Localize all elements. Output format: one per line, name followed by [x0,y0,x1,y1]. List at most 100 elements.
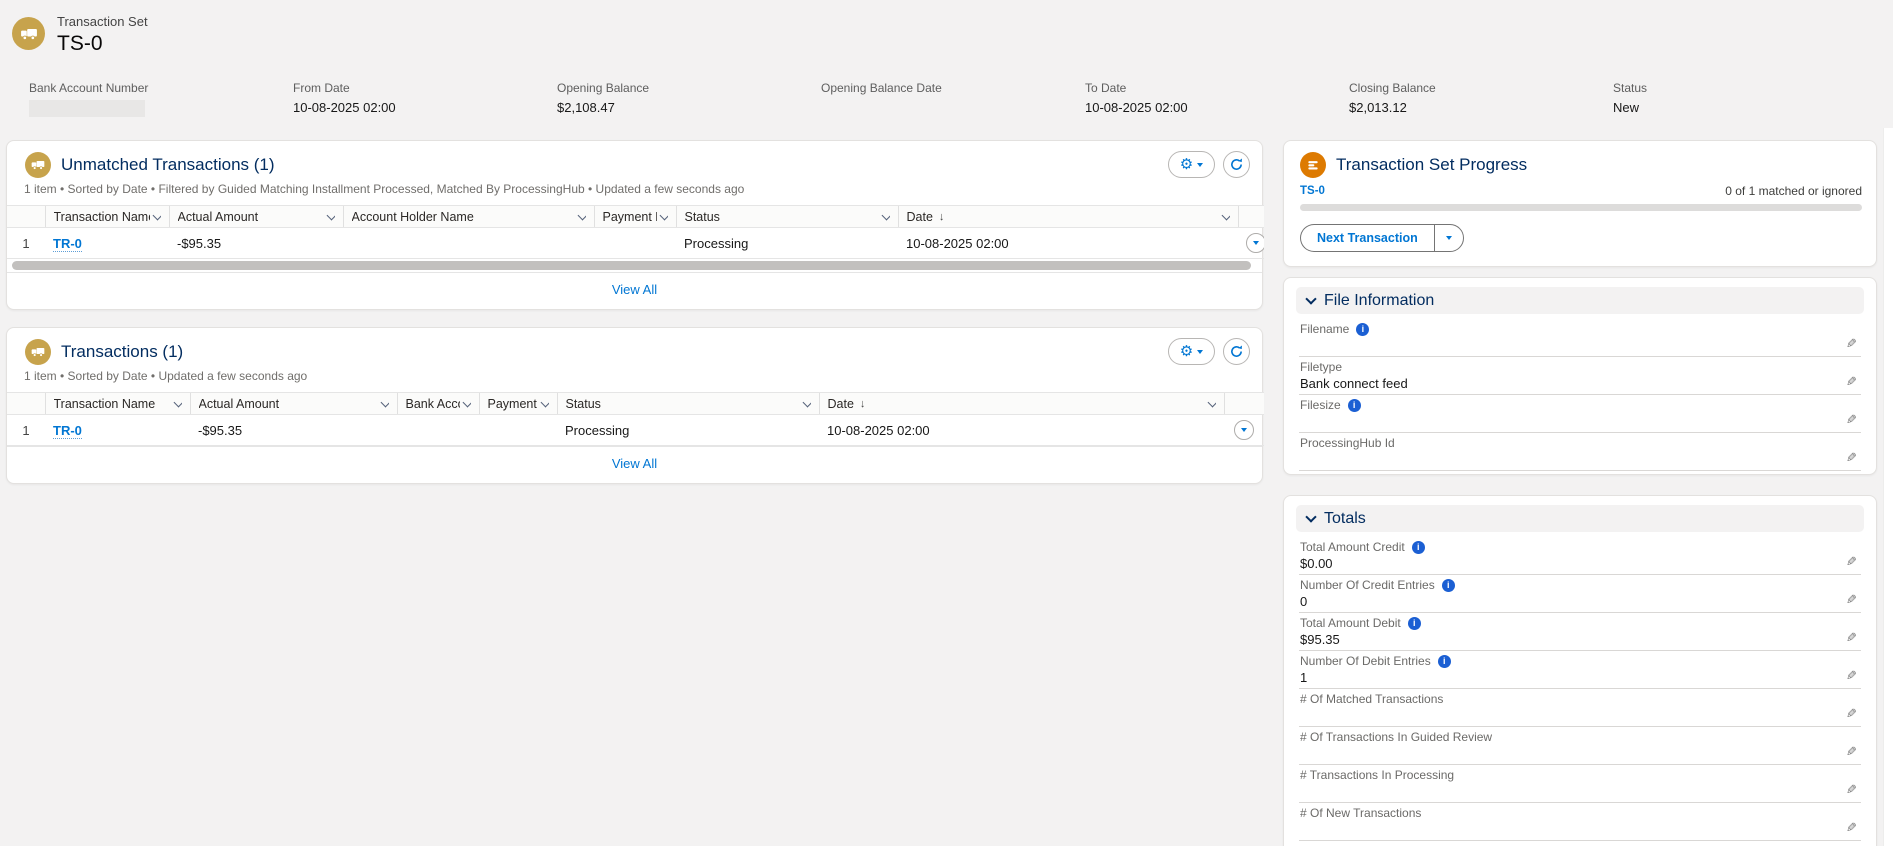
chevron-down-icon [1197,350,1203,354]
row-number-header [7,393,45,415]
column-menu-icon[interactable] [1221,210,1229,220]
info-icon[interactable]: i [1408,617,1421,630]
column-header-actual-amount[interactable]: Actual Amount [190,393,397,415]
table-row: 1 TR-0 -$95.35 Processing 10-08-2025 02:… [7,228,1264,259]
transactions-card-title: Transactions (1) [61,342,183,362]
totals-fields: Total Amount Crediti $0.00 ✎ Number Of C… [1296,532,1864,846]
column-menu-icon[interactable] [881,210,889,220]
transactions-icon [25,339,51,365]
field-opening-balance: Opening Balance $2,108.47 [557,81,821,117]
column-menu-icon[interactable] [326,210,334,220]
totals-card: Totals Total Amount Crediti $0.00 ✎ Numb… [1283,495,1877,846]
row-number-header [7,206,45,228]
edit-pencil-icon[interactable]: ✎ [1846,375,1857,388]
info-icon[interactable]: i [1356,323,1369,336]
highlights-panel: Bank Account Number From Date 10-08-2025… [29,81,1877,129]
edit-pencil-icon[interactable]: ✎ [1846,745,1857,758]
column-menu-icon[interactable] [173,397,181,407]
transactions-card-footer: View All [7,446,1262,483]
transactions-card: Transactions (1) ⚙ 1 item • Sorted by Da… [6,327,1263,484]
info-icon[interactable]: i [1348,399,1361,412]
refresh-icon [1230,158,1243,171]
refresh-button[interactable] [1223,338,1250,365]
chevron-down-icon [1197,163,1203,167]
unmatched-card-actions: ⚙ [1168,151,1250,178]
totals-section-header[interactable]: Totals [1296,505,1864,532]
field-closing-balance: Closing Balance $2,013.12 [1349,81,1613,117]
cell-payment-reference [594,228,676,259]
field-to-date: To Date 10-08-2025 02:00 [1085,81,1349,117]
transaction-link[interactable]: TR-0 [53,236,82,252]
left-column: Unmatched Transactions (1) ⚙ 1 item • So… [6,140,1263,484]
column-header-actual-amount[interactable]: Actual Amount [169,206,343,228]
record-type-label: Transaction Set [57,14,148,29]
column-header-status[interactable]: Status [557,393,819,415]
transaction-link[interactable]: TR-0 [53,423,82,439]
row-actions-button[interactable] [1234,420,1254,440]
column-menu-icon[interactable] [659,210,667,220]
field-processinghub-id: ProcessingHub Id ✎ [1299,433,1861,471]
info-icon[interactable]: i [1412,541,1425,554]
file-information-card: File Information Filenamei ✎ Filetype Ba… [1283,277,1877,475]
edit-pencil-icon[interactable]: ✎ [1846,707,1857,720]
cell-date: 10-08-2025 02:00 [898,228,1238,259]
unmatched-transactions-card: Unmatched Transactions (1) ⚙ 1 item • So… [6,140,1263,310]
refresh-icon [1230,345,1243,358]
column-menu-icon[interactable] [152,210,160,220]
file-information-section-header[interactable]: File Information [1296,287,1864,314]
next-transaction-button[interactable]: Next Transaction [1300,224,1434,252]
column-header-transaction-name[interactable]: Transaction Name [45,393,190,415]
main-content: Unmatched Transactions (1) ⚙ 1 item • So… [0,129,1893,846]
column-menu-icon[interactable] [1207,397,1215,407]
refresh-button[interactable] [1223,151,1250,178]
edit-pencil-icon[interactable]: ✎ [1846,451,1857,464]
column-header-transaction-name[interactable]: Transaction Name [45,206,169,228]
edit-pencil-icon[interactable]: ✎ [1846,631,1857,644]
edit-pencil-icon[interactable]: ✎ [1846,821,1857,834]
row-actions-button[interactable] [1246,233,1264,253]
page-scrollbar-gutter[interactable] [1883,128,1893,846]
column-header-account-holder-name[interactable]: Account Holder Name [343,206,594,228]
column-menu-icon[interactable] [577,210,585,220]
column-header-payment-reference[interactable]: Payment R... [594,206,676,228]
table-header-row: Transaction Name Actual Amount Account H… [7,206,1264,228]
transactions-card-header: Transactions (1) ⚙ [7,328,1262,365]
column-header-bank-account[interactable]: Bank Acco... [397,393,479,415]
edit-pencil-icon[interactable]: ✎ [1846,413,1857,426]
column-menu-icon[interactable] [802,397,810,407]
unmatched-card-header: Unmatched Transactions (1) ⚙ [7,141,1262,178]
column-menu-icon[interactable] [462,397,470,407]
unmatched-list-summary: 1 item • Sorted by Date • Filtered by Gu… [7,178,1262,205]
column-header-date[interactable]: Date↓ [819,393,1224,415]
column-header-status[interactable]: Status [676,206,898,228]
record-page-header: Transaction Set TS-0 Bank Account Number… [0,0,1893,129]
info-icon[interactable]: i [1442,579,1455,592]
scrollbar-thumb[interactable] [12,261,1251,270]
transaction-set-link[interactable]: TS-0 [1300,185,1325,197]
file-information-fields: Filenamei ✎ Filetype Bank connect feed ✎… [1296,314,1864,471]
list-settings-button[interactable]: ⚙ [1168,151,1215,178]
edit-pencil-icon[interactable]: ✎ [1846,555,1857,568]
gear-icon: ⚙ [1180,157,1193,172]
column-menu-icon[interactable] [540,397,548,407]
edit-pencil-icon[interactable]: ✎ [1846,337,1857,350]
next-transaction-menu-button[interactable] [1434,224,1464,252]
edit-pencil-icon[interactable]: ✎ [1846,669,1857,682]
info-icon[interactable]: i [1438,655,1451,668]
column-header-date[interactable]: Date↓ [898,206,1238,228]
progress-meta-row: TS-0 0 of 1 matched or ignored [1300,184,1862,198]
entity-title-block: Transaction Set TS-0 [57,14,148,56]
edit-pencil-icon[interactable]: ✎ [1846,783,1857,796]
row-actions-header [1224,393,1264,415]
list-settings-button[interactable]: ⚙ [1168,338,1215,365]
cell-date: 10-08-2025 02:00 [819,415,1224,446]
edit-pencil-icon[interactable]: ✎ [1846,593,1857,606]
view-all-link[interactable]: View All [612,282,657,297]
column-menu-icon[interactable] [380,397,388,407]
field-total-amount-debit: Total Amount Debiti $95.35 ✎ [1299,613,1861,651]
sort-desc-icon: ↓ [860,398,866,410]
view-all-link[interactable]: View All [612,456,657,471]
cell-bank-account [397,415,479,446]
progress-card-header: Transaction Set Progress [1300,152,1862,178]
column-header-payment-reference[interactable]: Payment R... [479,393,557,415]
